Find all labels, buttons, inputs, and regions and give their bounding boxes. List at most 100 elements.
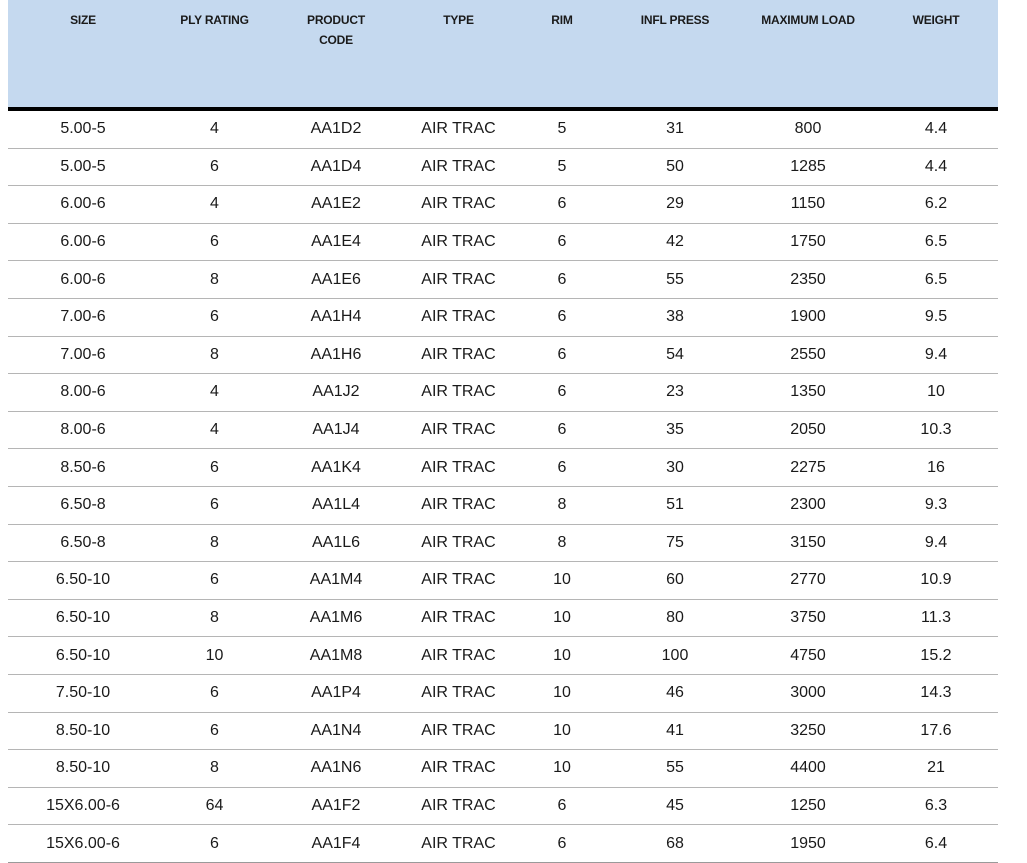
cell-size: 6.50-8 (8, 486, 158, 525)
cell-weight: 9.3 (874, 486, 998, 525)
cell-weight: 6.5 (874, 223, 998, 262)
cell-maximum-load: 1900 (742, 298, 874, 337)
cell-weight: 9.4 (874, 524, 998, 563)
cell-ply-rating: 6 (158, 561, 271, 600)
cell-type: AIR TRAC (401, 148, 516, 187)
cell-infl-press: 60 (608, 561, 742, 600)
cell-rim: 6 (516, 373, 608, 412)
cell-maximum-load: 3000 (742, 674, 874, 713)
cell-maximum-load: 2350 (742, 260, 874, 299)
cell-type: AIR TRAC (401, 712, 516, 751)
header-size: SIZE (8, 0, 158, 111)
cell-type: AIR TRAC (401, 561, 516, 600)
cell-product-code: AA1J4 (271, 411, 401, 450)
cell-product-code: AA1F4 (271, 824, 401, 863)
table-row: 6.50-10 10 AA1M8 AIR TRAC 10 100 4750 15.2 (8, 636, 998, 675)
cell-maximum-load: 3150 (742, 524, 874, 563)
cell-product-code: AA1H4 (271, 298, 401, 337)
cell-type: AIR TRAC (401, 260, 516, 299)
cell-maximum-load: 2550 (742, 336, 874, 375)
cell-size: 6.50-10 (8, 599, 158, 638)
cell-product-code: AA1E4 (271, 223, 401, 262)
cell-type: AIR TRAC (401, 223, 516, 262)
table-row: 5.00-5 6 AA1D4 AIR TRAC 5 50 1285 4.4 (8, 148, 998, 187)
cell-rim: 10 (516, 749, 608, 788)
cell-size: 8.00-6 (8, 373, 158, 412)
cell-size: 6.00-6 (8, 223, 158, 262)
cell-infl-press: 55 (608, 749, 742, 788)
cell-weight: 9.5 (874, 298, 998, 337)
cell-size: 8.50-10 (8, 712, 158, 751)
header-rim: RIM (516, 0, 608, 111)
cell-ply-rating: 6 (158, 148, 271, 187)
cell-weight: 6.4 (874, 824, 998, 863)
cell-infl-press: 46 (608, 674, 742, 713)
tire-spec-table: SIZE PLY RATING PRODUCT CODE TYPE RIM IN… (8, 0, 998, 863)
cell-rim: 6 (516, 824, 608, 863)
cell-type: AIR TRAC (401, 674, 516, 713)
cell-ply-rating: 64 (158, 787, 271, 826)
cell-weight: 17.6 (874, 712, 998, 751)
cell-weight: 10.3 (874, 411, 998, 450)
tire-spec-table-container: SIZE PLY RATING PRODUCT CODE TYPE RIM IN… (8, 0, 998, 863)
cell-ply-rating: 4 (158, 373, 271, 412)
cell-rim: 5 (516, 109, 608, 149)
table-row: 15X6.00-6 64 AA1F2 AIR TRAC 6 45 1250 6.3 (8, 787, 998, 826)
cell-ply-rating: 8 (158, 749, 271, 788)
cell-maximum-load: 2300 (742, 486, 874, 525)
cell-type: AIR TRAC (401, 787, 516, 826)
cell-ply-rating: 4 (158, 109, 271, 149)
cell-maximum-load: 1250 (742, 787, 874, 826)
cell-type: AIR TRAC (401, 524, 516, 563)
cell-ply-rating: 8 (158, 599, 271, 638)
cell-type: AIR TRAC (401, 185, 516, 224)
header-ply-rating: PLY RATING (158, 0, 271, 111)
cell-weight: 15.2 (874, 636, 998, 675)
cell-maximum-load: 1750 (742, 223, 874, 262)
table-row: 8.00-6 4 AA1J2 AIR TRAC 6 23 1350 10 (8, 373, 998, 412)
table-row: 6.50-10 6 AA1M4 AIR TRAC 10 60 2770 10.9 (8, 561, 998, 600)
cell-product-code: AA1E2 (271, 185, 401, 224)
cell-product-code: AA1J2 (271, 373, 401, 412)
cell-infl-press: 55 (608, 260, 742, 299)
cell-weight: 6.2 (874, 185, 998, 224)
cell-weight: 6.5 (874, 260, 998, 299)
cell-rim: 6 (516, 411, 608, 450)
cell-size: 8.50-10 (8, 749, 158, 788)
cell-infl-press: 45 (608, 787, 742, 826)
cell-size: 7.00-6 (8, 298, 158, 337)
cell-rim: 10 (516, 674, 608, 713)
cell-type: AIR TRAC (401, 486, 516, 525)
cell-rim: 6 (516, 787, 608, 826)
cell-infl-press: 68 (608, 824, 742, 863)
cell-type: AIR TRAC (401, 824, 516, 863)
cell-weight: 4.4 (874, 109, 998, 149)
cell-size: 8.50-6 (8, 448, 158, 487)
cell-product-code: AA1D2 (271, 109, 401, 149)
table-row: 6.50-8 8 AA1L6 AIR TRAC 8 75 3150 9.4 (8, 524, 998, 563)
cell-weight: 21 (874, 749, 998, 788)
cell-size: 7.00-6 (8, 336, 158, 375)
cell-type: AIR TRAC (401, 599, 516, 638)
cell-infl-press: 100 (608, 636, 742, 675)
cell-infl-press: 30 (608, 448, 742, 487)
table-row: 15X6.00-6 6 AA1F4 AIR TRAC 6 68 1950 6.4 (8, 824, 998, 863)
cell-maximum-load: 1150 (742, 185, 874, 224)
cell-size: 6.50-10 (8, 561, 158, 600)
cell-ply-rating: 8 (158, 524, 271, 563)
cell-infl-press: 54 (608, 336, 742, 375)
cell-weight: 16 (874, 448, 998, 487)
cell-weight: 6.3 (874, 787, 998, 826)
cell-type: AIR TRAC (401, 298, 516, 337)
table-row: 8.50-10 8 AA1N6 AIR TRAC 10 55 4400 21 (8, 749, 998, 788)
cell-infl-press: 41 (608, 712, 742, 751)
cell-product-code: AA1K4 (271, 448, 401, 487)
cell-ply-rating: 6 (158, 298, 271, 337)
cell-maximum-load: 2770 (742, 561, 874, 600)
cell-rim: 8 (516, 486, 608, 525)
cell-infl-press: 51 (608, 486, 742, 525)
cell-weight: 14.3 (874, 674, 998, 713)
cell-infl-press: 75 (608, 524, 742, 563)
cell-maximum-load: 4400 (742, 749, 874, 788)
cell-infl-press: 80 (608, 599, 742, 638)
